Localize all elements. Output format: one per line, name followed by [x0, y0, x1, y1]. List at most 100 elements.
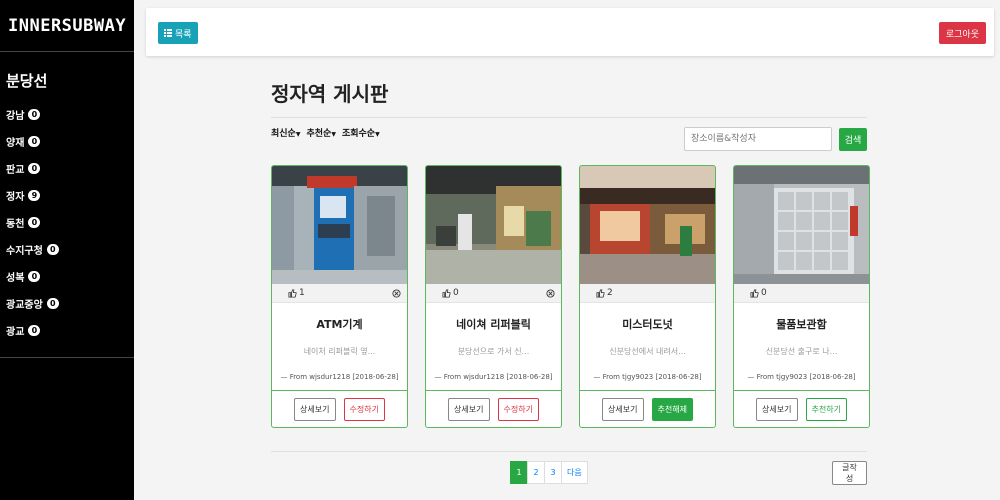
footer-divider [271, 451, 867, 452]
logout-button[interactable]: 로그아웃 [938, 22, 986, 44]
detail-button[interactable]: 상세보기 [448, 397, 490, 421]
station-label: 광교중앙 [6, 300, 43, 311]
station-label: 수지구청 [6, 246, 43, 257]
card-description: 신분당선에서 내려서... [609, 347, 686, 356]
sort-options: 최신순▼ 추천순▼ 조회수순▼ [271, 126, 380, 139]
card-meta: 2 [580, 284, 715, 303]
place-photo[interactable] [272, 166, 407, 284]
page-1-button[interactable]: 1 [510, 461, 528, 484]
card-author: — From tjgy9023 [2018-06-28] [593, 373, 702, 381]
caret-down-icon: ▼ [375, 131, 380, 138]
station-label: 광교 [6, 327, 25, 338]
card-description: 분당선으로 가서 신... [457, 347, 530, 356]
station-count-badge: 0 [28, 271, 41, 282]
list-button-label: 목록 [175, 28, 192, 39]
card-description: 네이처 리퍼블릭 옆... [303, 347, 376, 356]
station-count-badge: 0 [28, 217, 41, 228]
list-icon [164, 29, 172, 37]
sidebar-item-station[interactable]: 정자 9 [0, 182, 134, 209]
like-count: 0 [442, 288, 459, 298]
list-button[interactable]: 목록 [158, 22, 198, 44]
sidebar-item-station[interactable]: 광교중앙 0 [0, 290, 134, 317]
page-2-button[interactable]: 2 [527, 461, 545, 484]
unrecommend-button[interactable]: 추천해제 [651, 397, 693, 421]
card-author: — From wjsdur1218 [2018-06-28] [280, 373, 399, 381]
next-page-button[interactable]: 다음 [561, 461, 588, 484]
card-actions: 상세보기 수정하기 [272, 390, 407, 427]
card-author: — From wjsdur1218 [2018-06-28] [434, 373, 553, 381]
close-circle-icon[interactable] [392, 288, 401, 298]
station-label: 강남 [6, 111, 25, 122]
card-list: 1 ATM기계네이처 리퍼블릭 옆... — From wjsdur1218 [20… [271, 165, 870, 428]
edit-button[interactable]: 수정하기 [343, 397, 385, 421]
card-actions: 상세보기 추천하기 [734, 390, 869, 427]
top-bar: 목록 로그아웃 [146, 8, 994, 56]
sidebar-item-station[interactable]: 양재 0 [0, 128, 134, 155]
sidebar-item-station[interactable]: 판교 0 [0, 155, 134, 182]
sidebar: INNERSUBWAY 분당선 강남 0 양재 0 판교 0 정자 9 동천 0 수지구청 0 성복 0 광… [0, 0, 134, 500]
sidebar-divider [0, 357, 134, 358]
detail-button[interactable]: 상세보기 [294, 397, 336, 421]
station-count-badge: 0 [46, 298, 59, 309]
sidebar-item-station[interactable]: 성복 0 [0, 263, 134, 290]
card-meta: 0 [426, 284, 561, 303]
page-3-button[interactable]: 3 [544, 461, 562, 484]
place-photo[interactable] [734, 166, 869, 284]
thumbs-up-icon[interactable] [442, 288, 451, 298]
station-count-badge: 0 [28, 163, 41, 174]
card-description: 신분당선 출구로 나... [765, 347, 838, 356]
card-meta: 0 [734, 284, 869, 303]
card-title: ATM기계 [316, 318, 363, 331]
station-count-badge: 0 [46, 244, 59, 255]
board-main: 정자역 게시판 최신순▼ 추천순▼ 조회수순▼ 검색 1 ATM기계네이처 리퍼블… [271, 62, 870, 485]
like-count: 1 [288, 288, 305, 298]
place-card: 2 미스터도넛신분당선에서 내려서... — From tjgy9023 [2018… [579, 165, 716, 428]
sidebar-item-station[interactable]: 동천 0 [0, 209, 134, 236]
thumbs-up-icon[interactable] [596, 288, 605, 298]
station-label: 성복 [6, 273, 25, 284]
search-button[interactable]: 검색 [839, 128, 867, 151]
card-meta: 1 [272, 284, 407, 303]
place-photo[interactable] [580, 166, 715, 284]
thumbs-up-icon[interactable] [750, 288, 759, 298]
recommend-button[interactable]: 추천하기 [805, 397, 847, 421]
place-card: 1 ATM기계네이처 리퍼블릭 옆... — From wjsdur1218 [20… [271, 165, 408, 428]
line-title: 분당선 [6, 72, 48, 90]
sort-views[interactable]: 조회수순▼ [342, 126, 380, 139]
caret-down-icon: ▼ [295, 131, 301, 138]
sidebar-item-station[interactable]: 수지구청 0 [0, 236, 134, 263]
station-count-badge: 0 [28, 109, 41, 120]
pagination: 1 2 3 다음 [510, 461, 588, 484]
station-count-badge: 0 [28, 136, 41, 147]
place-card: 0 물품보관함 신분당선 출구로 나... — From tjgy9023 [2018… [733, 165, 870, 428]
card-author: — From tjgy9023 [2018-06-28] [747, 373, 856, 381]
edit-button[interactable]: 수정하기 [497, 397, 539, 421]
place-photo[interactable] [426, 166, 561, 284]
place-card: 0 네이쳐 리퍼블릭분당선으로 가서 신... — From wjsdur1218 … [425, 165, 562, 428]
caret-down-icon: ▼ [331, 131, 336, 138]
sort-recommend[interactable]: 추천순▼ [306, 126, 335, 139]
close-circle-icon[interactable] [546, 288, 555, 298]
brand-logo[interactable]: INNERSUBWAY [0, 0, 134, 52]
station-label: 동천 [6, 219, 25, 230]
search-input[interactable] [684, 127, 832, 151]
sidebar-item-station[interactable]: 광교 0 [0, 317, 134, 344]
station-count-badge: 9 [28, 190, 41, 201]
detail-button[interactable]: 상세보기 [756, 397, 798, 421]
card-actions: 상세보기 추천해제 [580, 390, 715, 427]
card-title: 미스터도넛 [622, 318, 673, 331]
like-count: 2 [596, 288, 613, 298]
sort-latest[interactable]: 최신순▼ [271, 126, 300, 139]
station-label: 판교 [6, 165, 25, 176]
page-title: 정자역 게시판 [271, 62, 867, 118]
card-title: 네이쳐 리퍼블릭 [456, 318, 531, 331]
sidebar-item-station[interactable]: 강남 0 [0, 101, 134, 128]
detail-button[interactable]: 상세보기 [602, 397, 644, 421]
station-count-badge: 0 [28, 325, 41, 336]
card-actions: 상세보기 수정하기 [426, 390, 561, 427]
station-label: 정자 [6, 192, 25, 203]
thumbs-up-icon[interactable] [288, 288, 297, 298]
station-label: 양재 [6, 138, 25, 149]
like-count: 0 [750, 288, 767, 298]
write-button[interactable]: 글작성 [832, 461, 867, 485]
